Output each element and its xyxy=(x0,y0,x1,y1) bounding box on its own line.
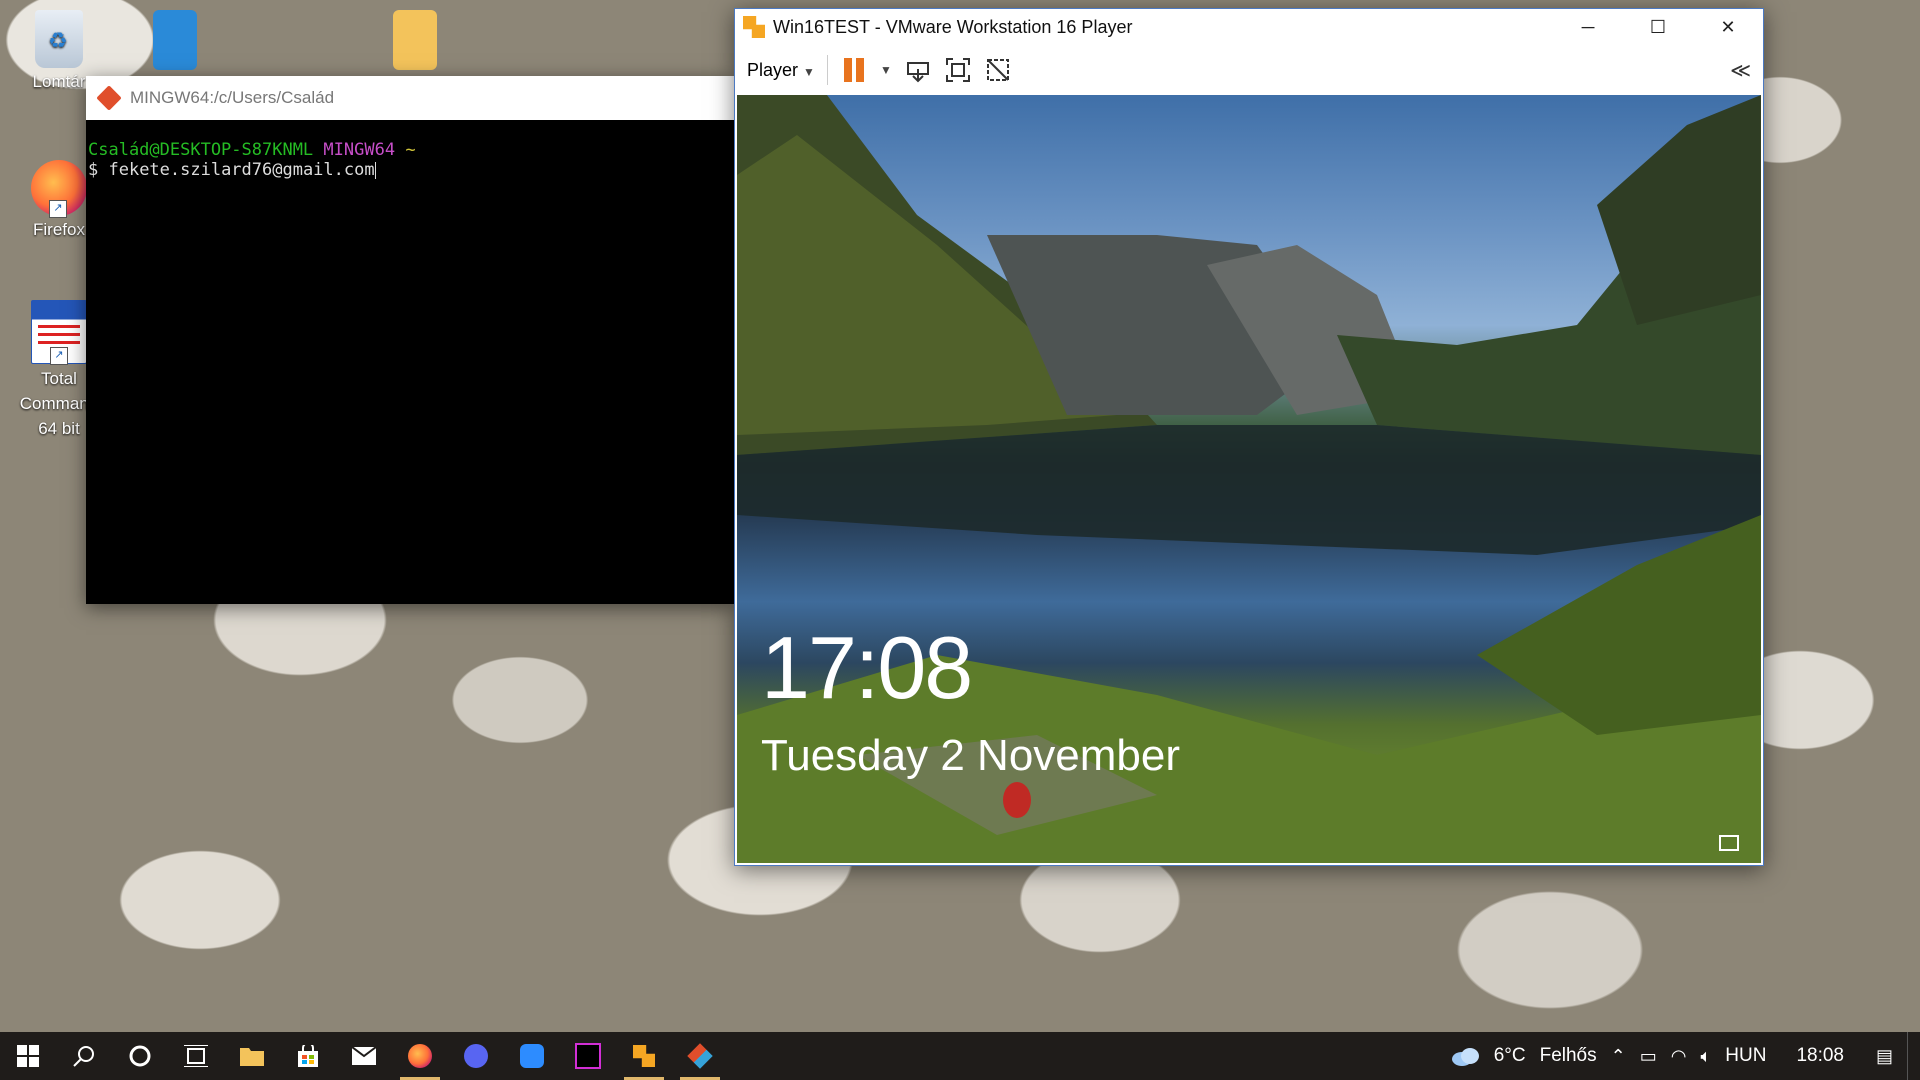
search-button[interactable] xyxy=(56,1032,112,1080)
taskbar: 6°C Felhős ⌃ ▭ ◠ 🔈︎ HUN 18:08 ▤ xyxy=(0,1032,1920,1080)
vmware-toolbar: Player ▼ ▼ ≪ xyxy=(735,45,1763,95)
chevron-down-icon: ▼ xyxy=(803,64,815,79)
system-tray: 6°C Felhős ⌃ ▭ ◠ 🔈︎ HUN 18:08 ▤ xyxy=(1450,1032,1920,1080)
minimize-button[interactable]: ─ xyxy=(1553,9,1623,45)
show-desktop-button[interactable] xyxy=(1907,1032,1912,1080)
task-view-icon xyxy=(184,1045,208,1067)
cortana-icon xyxy=(129,1045,151,1067)
firefox-taskbar-button[interactable] xyxy=(392,1032,448,1080)
pause-dropdown-icon[interactable]: ▼ xyxy=(880,63,892,77)
firefox-icon: ↗ xyxy=(31,160,87,218)
prompt-dir: ~ xyxy=(405,140,416,160)
terminal-titlebar[interactable]: MINGW64:/c/Users/Család xyxy=(86,76,734,120)
git-bash-taskbar-button[interactable] xyxy=(672,1032,728,1080)
git-icon xyxy=(687,1043,713,1069)
toolbar-divider xyxy=(826,55,828,85)
git-icon xyxy=(96,85,122,111)
vmware-logo-icon xyxy=(743,16,765,38)
cloud-icon[interactable] xyxy=(1450,1046,1480,1066)
unity-icon xyxy=(986,59,1009,81)
unity-button[interactable] xyxy=(984,56,1012,84)
vmware-logo-icon xyxy=(633,1045,655,1067)
folder-icon xyxy=(393,10,437,70)
cortana-button[interactable] xyxy=(112,1032,168,1080)
weather-condition[interactable]: Felhős xyxy=(1540,1045,1597,1067)
window-title: Win16TEST - VMware Workstation 16 Player xyxy=(773,16,1133,37)
notifications-icon[interactable]: ▤ xyxy=(1876,1046,1893,1067)
command-text: fekete.szilard76@gmail.com xyxy=(108,160,375,180)
store-icon xyxy=(298,1045,318,1067)
vmware-titlebar[interactable]: Win16TEST - VMware Workstation 16 Player… xyxy=(735,9,1763,45)
app-icon xyxy=(153,10,197,70)
pause-button[interactable] xyxy=(840,56,868,84)
jetbrains-button[interactable] xyxy=(560,1032,616,1080)
volume-icon[interactable]: 🔈︎ xyxy=(1700,1046,1711,1067)
desktop-icon-app[interactable] xyxy=(130,10,220,72)
jetbrains-icon xyxy=(575,1043,601,1069)
text-cursor xyxy=(374,161,376,179)
fullscreen-icon xyxy=(945,58,970,82)
terminal-window[interactable]: MINGW64:/c/Users/Család Család@DESKTOP-S… xyxy=(86,76,734,604)
svg-text:♻: ♻ xyxy=(48,28,68,53)
recycle-bin-icon: ♻ xyxy=(35,10,83,68)
maximize-button[interactable]: ☐ xyxy=(1623,9,1693,45)
wifi-icon[interactable]: ◠ xyxy=(1671,1046,1687,1067)
close-button[interactable]: ✕ xyxy=(1693,9,1763,45)
player-menu-label: Player xyxy=(747,59,799,80)
lock-screen-date: Tuesday 2 November xyxy=(761,731,1181,780)
lock-screen-time: 17:08 xyxy=(761,618,973,717)
discord-icon xyxy=(464,1044,488,1068)
terminal-title: MINGW64:/c/Users/Család xyxy=(130,88,335,107)
windows-logo-icon xyxy=(17,1045,39,1067)
shortcut-arrow-icon: ↗ xyxy=(49,200,67,218)
zoom-button[interactable] xyxy=(504,1032,560,1080)
file-explorer-button[interactable] xyxy=(224,1032,280,1080)
mail-icon xyxy=(352,1047,376,1065)
zoom-icon xyxy=(520,1044,544,1068)
weather-temperature[interactable]: 6°C xyxy=(1494,1045,1526,1067)
network-icon[interactable] xyxy=(1719,835,1739,851)
collapse-toolbar-button[interactable]: ≪ xyxy=(1730,58,1751,83)
search-icon xyxy=(73,1046,94,1067)
vmware-taskbar-button[interactable] xyxy=(616,1032,672,1080)
firefox-icon xyxy=(408,1044,432,1068)
prompt-env: MINGW64 xyxy=(323,140,396,160)
prompt-symbol: $ xyxy=(88,160,109,180)
battery-icon[interactable]: ▭ xyxy=(1640,1046,1657,1067)
language-indicator[interactable]: HUN xyxy=(1725,1045,1766,1067)
guest-lock-screen[interactable]: 17:08 Tuesday 2 November xyxy=(737,95,1761,863)
shortcut-arrow-icon: ↗ xyxy=(50,347,68,365)
ctrl-alt-del-icon xyxy=(906,62,929,83)
vmware-window[interactable]: Win16TEST - VMware Workstation 16 Player… xyxy=(734,8,1764,866)
total-commander-icon: ↗ xyxy=(31,300,87,365)
store-button[interactable] xyxy=(280,1032,336,1080)
discord-button[interactable] xyxy=(448,1032,504,1080)
task-view-button[interactable] xyxy=(168,1032,224,1080)
mail-button[interactable] xyxy=(336,1032,392,1080)
taskbar-clock[interactable]: 18:08 xyxy=(1796,1045,1844,1067)
chevron-up-icon[interactable]: ⌃ xyxy=(1611,1046,1626,1067)
desktop-icon-folder[interactable] xyxy=(370,10,460,72)
send-ctrl-alt-del-button[interactable] xyxy=(904,56,932,84)
folder-icon xyxy=(240,1048,264,1066)
fullscreen-button[interactable] xyxy=(944,56,972,84)
pause-icon xyxy=(843,58,864,82)
player-menu-button[interactable]: Player ▼ xyxy=(747,60,815,81)
terminal-output[interactable]: Család@DESKTOP-S87KNML MINGW64 ~ $ feket… xyxy=(86,120,734,200)
prompt-user: Család@DESKTOP-S87KNML xyxy=(88,140,314,160)
start-button[interactable] xyxy=(0,1032,56,1080)
